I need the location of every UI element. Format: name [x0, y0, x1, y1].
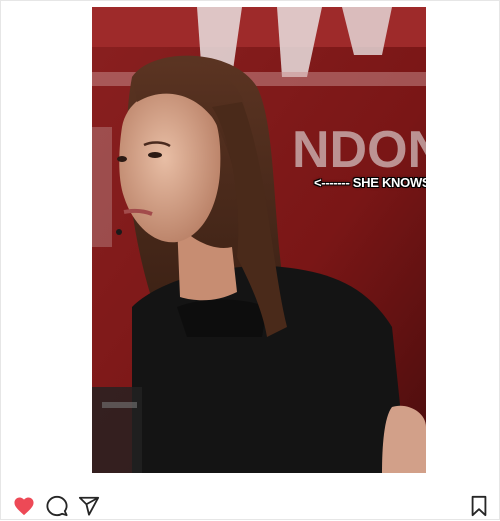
- overlay-caption: <------- SHE KNOWS.: [314, 175, 426, 190]
- comment-icon: [46, 495, 68, 517]
- bookmark-icon: [471, 495, 487, 517]
- post-photo[interactable]: NDON <---: [92, 7, 426, 473]
- comment-button[interactable]: [44, 493, 70, 519]
- photo-of-woman-icon: NDON: [92, 7, 426, 473]
- svg-text:NDON: NDON: [292, 121, 426, 179]
- post-card: NDON <---: [0, 0, 500, 520]
- like-button[interactable]: [11, 493, 37, 519]
- paper-plane-icon: [78, 496, 100, 516]
- post-action-bar: [1, 489, 500, 521]
- heart-icon: [14, 497, 34, 516]
- save-button[interactable]: [466, 493, 492, 519]
- share-button[interactable]: [76, 493, 102, 519]
